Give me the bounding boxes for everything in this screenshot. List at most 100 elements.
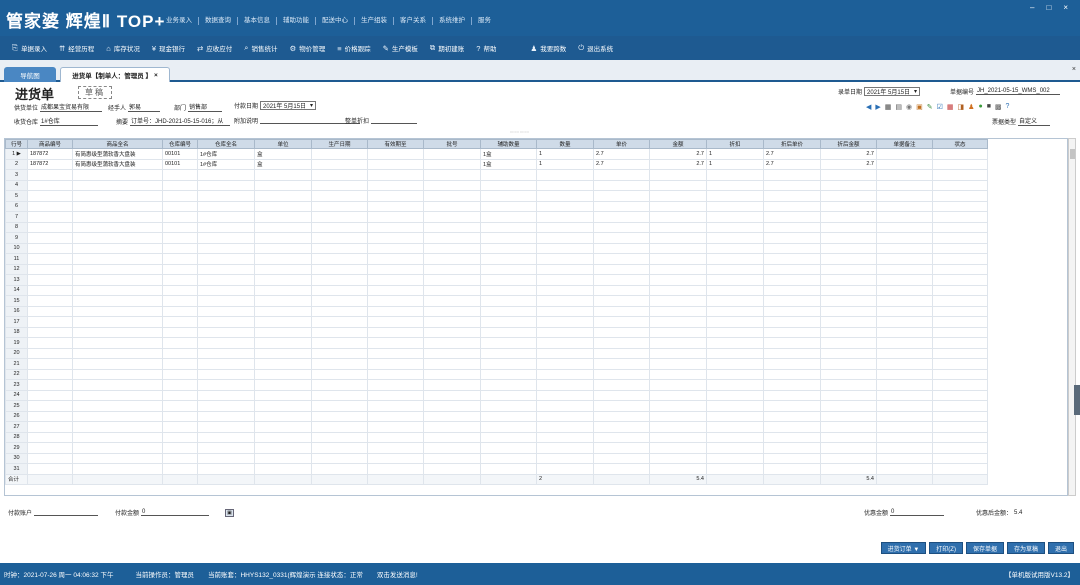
- table-cell[interactable]: [311, 158, 368, 170]
- table-row[interactable]: 21: [5, 358, 988, 370]
- table-cell[interactable]: [162, 295, 198, 307]
- table-cell[interactable]: [480, 190, 537, 202]
- table-cell[interactable]: [820, 368, 877, 380]
- table-cell[interactable]: [311, 221, 368, 233]
- table-cell[interactable]: [367, 379, 424, 391]
- table-cell[interactable]: [820, 442, 877, 454]
- table-cell[interactable]: [311, 347, 368, 359]
- table-cell[interactable]: [706, 442, 764, 454]
- table-cell[interactable]: [706, 232, 764, 244]
- table-cell[interactable]: [706, 347, 764, 359]
- toolbar-button[interactable]: ≡ 价格跟踪: [337, 43, 370, 54]
- table-cell[interactable]: [72, 358, 163, 370]
- table-cell[interactable]: [649, 463, 707, 475]
- table-cell[interactable]: [254, 263, 312, 275]
- table-cell[interactable]: [932, 452, 988, 464]
- column-header[interactable]: 商品编号: [27, 139, 73, 149]
- table-cell[interactable]: [423, 431, 481, 443]
- pref-field[interactable]: 0: [890, 509, 945, 516]
- table-cell[interactable]: [254, 431, 312, 443]
- table-cell[interactable]: [480, 347, 537, 359]
- table-cell[interactable]: [254, 274, 312, 286]
- table-cell[interactable]: [820, 347, 877, 359]
- table-cell[interactable]: [480, 410, 537, 422]
- table-cell[interactable]: [820, 410, 877, 422]
- table-cell[interactable]: [706, 242, 764, 254]
- table-row[interactable]: 15: [5, 295, 988, 307]
- table-cell[interactable]: [311, 284, 368, 296]
- table-cell[interactable]: [593, 389, 650, 401]
- table-cell[interactable]: [311, 148, 368, 160]
- table-cell[interactable]: [593, 326, 650, 338]
- table-cell[interactable]: [72, 242, 163, 254]
- table-cell[interactable]: [932, 169, 988, 181]
- table-cell[interactable]: [480, 305, 537, 317]
- table-cell[interactable]: [876, 347, 933, 359]
- table-cell[interactable]: [876, 389, 933, 401]
- column-header[interactable]: 批号: [423, 139, 481, 149]
- table-cell[interactable]: [162, 337, 198, 349]
- table-cell[interactable]: [820, 389, 877, 401]
- table-cell[interactable]: [763, 326, 821, 338]
- table-cell[interactable]: [367, 179, 424, 191]
- table-cell[interactable]: [423, 442, 481, 454]
- table-cell[interactable]: 1盒: [480, 158, 537, 170]
- table-cell[interactable]: [706, 211, 764, 223]
- table-cell[interactable]: [72, 179, 163, 191]
- table-cell[interactable]: [593, 400, 650, 412]
- table-cell[interactable]: [367, 169, 424, 181]
- table-cell[interactable]: [423, 410, 481, 422]
- table-cell[interactable]: [423, 421, 481, 433]
- table-cell[interactable]: [254, 253, 312, 265]
- table-cell[interactable]: [820, 337, 877, 349]
- table-cell[interactable]: [876, 274, 933, 286]
- table-cell[interactable]: [536, 326, 594, 338]
- dept-field[interactable]: 销售部: [188, 102, 223, 112]
- table-cell[interactable]: [311, 179, 368, 191]
- table-cell[interactable]: 1: [536, 158, 594, 170]
- table-cell[interactable]: [311, 274, 368, 286]
- table-cell[interactable]: [876, 452, 933, 464]
- table-cell[interactable]: [480, 232, 537, 244]
- table-cell[interactable]: [649, 242, 707, 254]
- table-cell[interactable]: [706, 284, 764, 296]
- table-cell[interactable]: [480, 379, 537, 391]
- table-cell[interactable]: [876, 410, 933, 422]
- table-row[interactable]: 28: [5, 431, 988, 443]
- tool-icon[interactable]: ●: [978, 103, 982, 111]
- table-cell[interactable]: [72, 400, 163, 412]
- table-row[interactable]: 5: [5, 190, 988, 202]
- table-cell[interactable]: [27, 463, 73, 475]
- table-cell[interactable]: [367, 253, 424, 265]
- table-cell[interactable]: [27, 368, 73, 380]
- table-cell[interactable]: [593, 358, 650, 370]
- table-row[interactable]: 14: [5, 284, 988, 296]
- table-cell[interactable]: [367, 284, 424, 296]
- table-cell[interactable]: [820, 253, 877, 265]
- doctype-field[interactable]: 自定义: [1018, 116, 1051, 126]
- table-cell[interactable]: [706, 410, 764, 422]
- table-cell[interactable]: [311, 242, 368, 254]
- table-cell[interactable]: [72, 410, 163, 422]
- toolbar-button[interactable]: ? 帮助: [476, 43, 496, 54]
- table-cell[interactable]: [72, 452, 163, 464]
- table-cell[interactable]: [423, 253, 481, 265]
- table-cell[interactable]: [593, 452, 650, 464]
- table-cell[interactable]: [367, 358, 424, 370]
- table-cell[interactable]: [254, 295, 312, 307]
- table-cell[interactable]: [876, 358, 933, 370]
- table-cell[interactable]: [72, 347, 163, 359]
- table-cell[interactable]: [72, 389, 163, 401]
- table-cell[interactable]: [536, 232, 594, 244]
- table-cell[interactable]: [162, 284, 198, 296]
- table-cell[interactable]: [763, 221, 821, 233]
- table-cell[interactable]: [254, 379, 312, 391]
- table-cell[interactable]: [876, 179, 933, 191]
- tool-icon[interactable]: ▣: [916, 103, 923, 111]
- table-cell[interactable]: [876, 232, 933, 244]
- tool-icon[interactable]: ☑: [937, 103, 943, 111]
- splitter-handle[interactable]: :::::::: ::::::::: [510, 129, 529, 134]
- table-cell[interactable]: [197, 169, 255, 181]
- column-header[interactable]: 单价: [593, 139, 650, 149]
- table-cell[interactable]: [162, 232, 198, 244]
